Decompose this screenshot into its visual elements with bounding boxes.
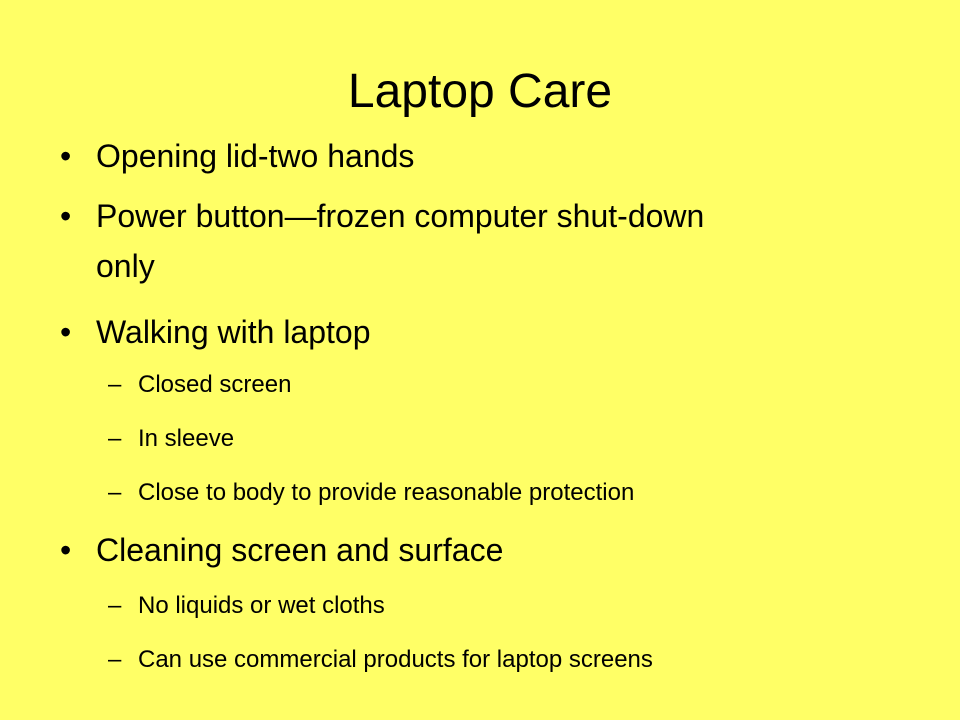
sub-bullet-text: No liquids or wet cloths (138, 592, 385, 619)
bullet-item: • Power button—frozen computer shut-down (60, 196, 705, 236)
bullet-text-line2: only (96, 248, 155, 284)
bullet-icon: • (60, 138, 72, 174)
bullet-text: Cleaning screen and surface (96, 532, 504, 568)
bullet-item: • Cleaning screen and surface (60, 530, 504, 570)
bullet-icon: • (60, 532, 72, 568)
sub-bullet-item: – Closed screen (108, 369, 292, 401)
sub-bullet-item: – In sleeve (108, 423, 235, 455)
dash-icon: – (108, 646, 122, 673)
bullet-icon: • (60, 314, 72, 350)
bullet-text: Opening lid-two hands (96, 138, 415, 174)
sub-bullet-text: Closed screen (138, 371, 292, 398)
bullet-icon: • (60, 198, 72, 234)
slide-content: • Opening lid-two hands • Power button—f… (0, 0, 960, 720)
sub-bullet-item: – No liquids or wet cloths (108, 590, 385, 622)
dash-icon: – (108, 371, 122, 398)
sub-bullet-text: In sleeve (138, 425, 235, 452)
slide: Laptop Care • Opening lid-two hands • Po… (0, 0, 960, 720)
bullet-item: • Opening lid-two hands (60, 136, 415, 176)
sub-bullet-item: – Can use commercial products for laptop… (108, 644, 653, 676)
dash-icon: – (108, 425, 122, 452)
dash-icon: – (108, 592, 122, 619)
sub-bullet-text: Close to body to provide reasonable prot… (138, 479, 635, 506)
sub-bullet-text: Can use commercial products for laptop s… (138, 646, 653, 673)
bullet-item: • Walking with laptop (60, 312, 371, 352)
bullet-continuation: only (96, 246, 155, 286)
bullet-text-line1: Power button—frozen computer shut-down (96, 198, 705, 234)
sub-bullet-item: – Close to body to provide reasonable pr… (108, 477, 635, 509)
dash-icon: – (108, 479, 122, 506)
bullet-text: Walking with laptop (96, 314, 371, 350)
